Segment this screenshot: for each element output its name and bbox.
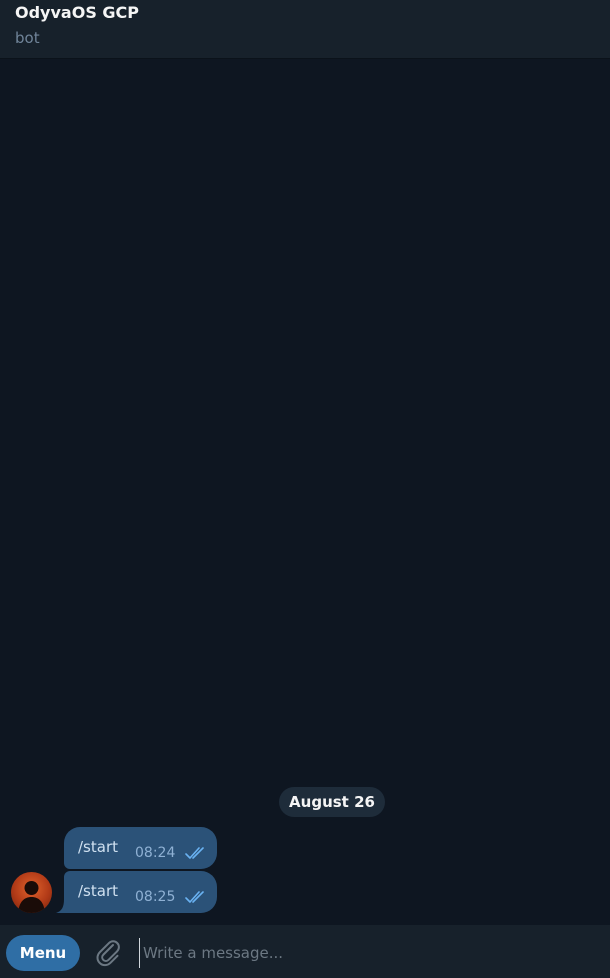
- bubble-tail: [56, 899, 70, 913]
- message-time: 08:25: [135, 889, 176, 905]
- date-separator: August 26: [279, 787, 385, 817]
- message-bubble[interactable]: /start 08:25: [64, 871, 217, 913]
- chat-subtitle: bot: [15, 29, 40, 47]
- composer-bar: Menu: [0, 925, 610, 978]
- message-time: 08:24: [135, 845, 176, 861]
- message-text: /start: [78, 838, 118, 856]
- message-input[interactable]: [139, 938, 599, 968]
- paperclip-icon[interactable]: [93, 937, 123, 967]
- double-check-icon: [185, 847, 204, 859]
- avatar[interactable]: [11, 872, 52, 913]
- chat-title[interactable]: OdyvaOS GCP: [15, 3, 139, 22]
- chat-header[interactable]: OdyvaOS GCP bot: [0, 0, 610, 59]
- message-text: /start: [78, 882, 118, 900]
- chat-window: OdyvaOS GCP bot August 26 /start 08:24 /…: [0, 0, 610, 978]
- message-bubble[interactable]: /start 08:24: [64, 827, 217, 869]
- avatar-silhouette-icon: [18, 881, 45, 913]
- menu-button[interactable]: Menu: [6, 935, 80, 971]
- double-check-icon: [185, 891, 204, 903]
